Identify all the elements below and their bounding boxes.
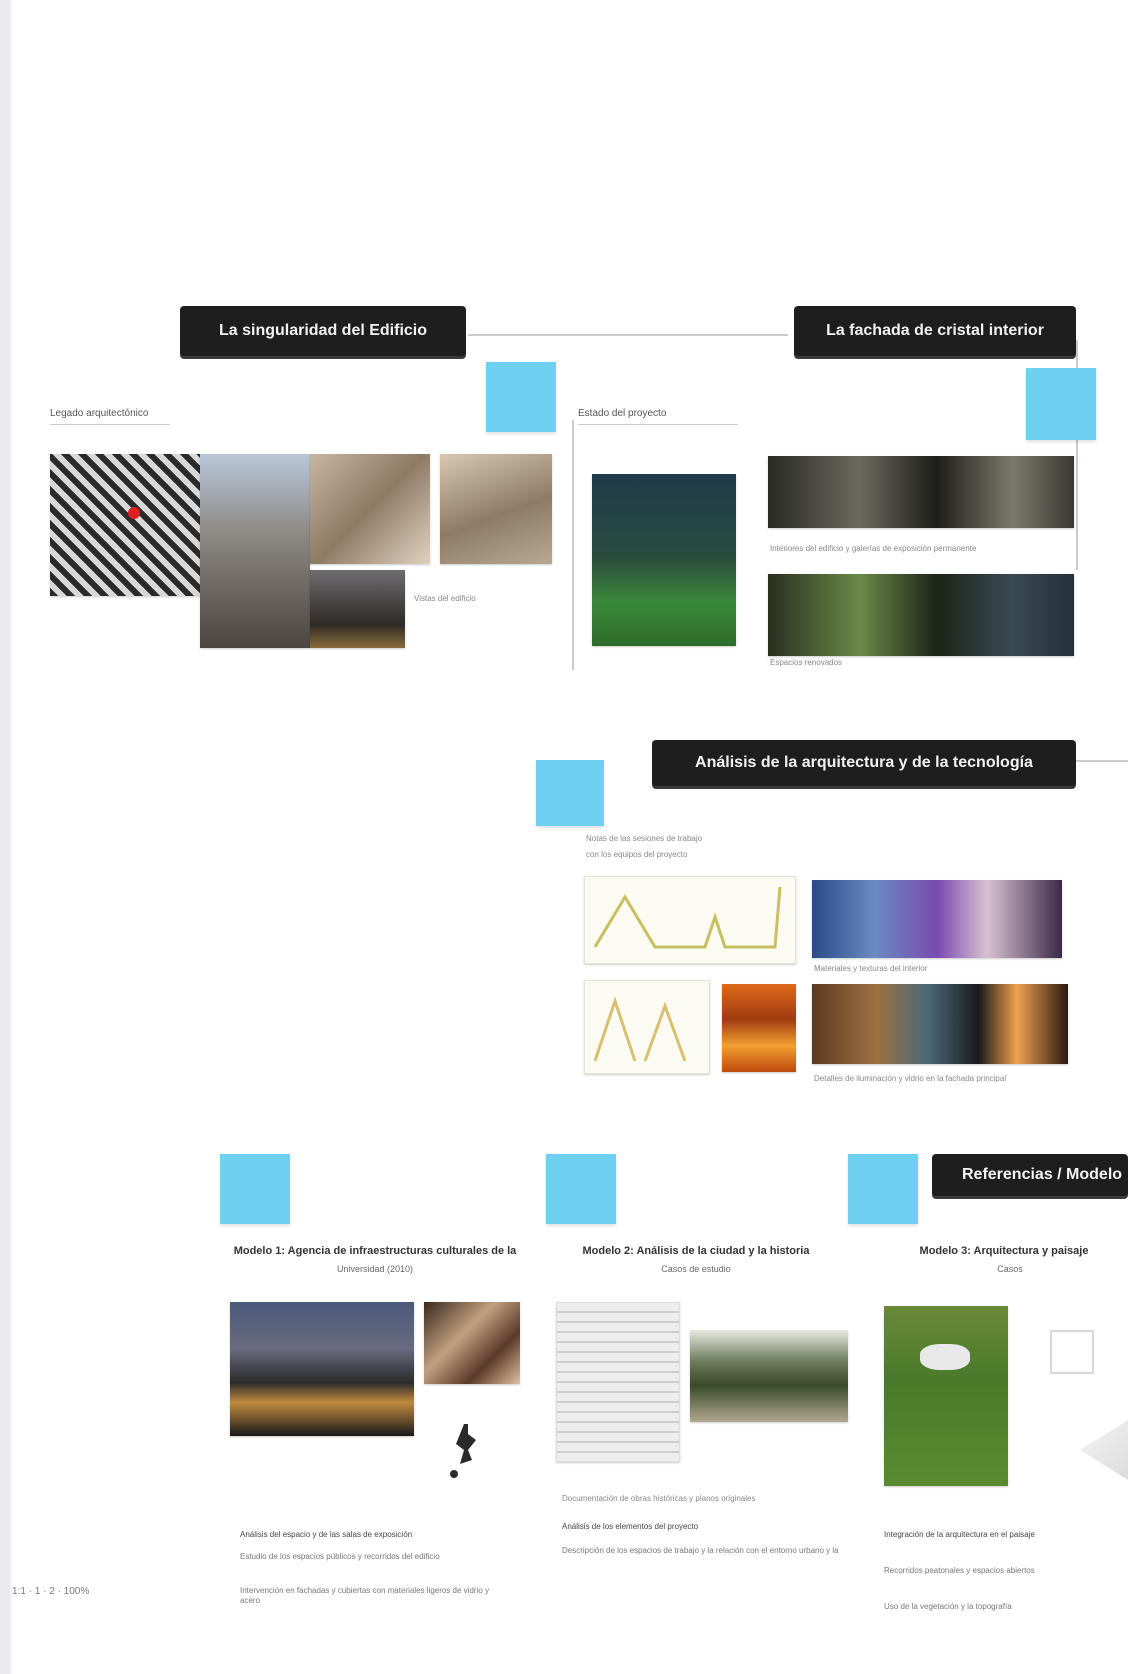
building-photo[interactable]	[690, 1330, 848, 1422]
column-heading: Modelo 2: Análisis de la ciudad y la his…	[582, 1245, 810, 1257]
interior-gallery-photo[interactable]	[768, 574, 1074, 656]
photo-note: Espacios renovados	[770, 658, 843, 667]
sticky-note[interactable]	[848, 1154, 918, 1224]
sticky-note[interactable]	[1026, 368, 1096, 440]
connector-line	[572, 420, 574, 670]
material-photo[interactable]	[812, 880, 1062, 958]
section-title[interactable]: La fachada de cristal interior	[794, 306, 1076, 356]
building-photo[interactable]	[200, 454, 310, 648]
sketch-drawing	[593, 886, 782, 949]
caption: Estado del proyecto	[578, 408, 667, 419]
caption: Notas de las sesiones de trabajo	[586, 834, 703, 843]
section-title-text: Análisis de la arquitectura y de la tecn…	[695, 754, 1033, 771]
column-subheading: Casos	[997, 1264, 1023, 1274]
column-heading: Modelo 1: Agencia de infraestructuras cu…	[233, 1245, 517, 1257]
caption: con los equipos del proyecto	[586, 850, 688, 859]
connector-line	[468, 334, 788, 336]
bullet-text: Análisis del espacio y de las salas de e…	[240, 1530, 413, 1539]
column-subheading: Universidad (2010)	[336, 1264, 414, 1274]
left-toolbar-strip	[0, 0, 10, 1674]
caption-underline	[578, 424, 738, 425]
sticky-note[interactable]	[546, 1154, 616, 1224]
paragraph: Uso de la vegetación y la topografía	[884, 1602, 1012, 1611]
facade-photo[interactable]	[310, 454, 430, 564]
paragraph: Recorridos peatonales y espacios abierto…	[884, 1566, 1035, 1575]
arrow-shape	[1080, 1420, 1128, 1480]
section-title[interactable]: La singularidad del Edificio	[180, 306, 466, 356]
lighting-photo[interactable]	[812, 984, 1068, 1064]
night-building-photo[interactable]	[230, 1302, 414, 1436]
sculpture-icon	[446, 1420, 484, 1480]
photo-note: Documentación de obras históricas y plan…	[562, 1494, 756, 1503]
sticky-note[interactable]	[486, 362, 556, 432]
interior-photo[interactable]	[440, 454, 552, 564]
paragraph: Intervención en fachadas y cubiertas con…	[240, 1586, 490, 1605]
paragraph: Descripción de los espacios de trabajo y…	[562, 1546, 839, 1555]
landscape-photo[interactable]	[884, 1306, 1008, 1486]
diagram-sketch	[1050, 1330, 1094, 1374]
section-title-text: La fachada de cristal interior	[826, 322, 1044, 339]
section-title[interactable]: Análisis de la arquitectura y de la tecn…	[652, 740, 1076, 786]
gallery-photo[interactable]	[768, 456, 1074, 528]
sketch-image[interactable]	[584, 876, 796, 964]
interior-photo[interactable]	[424, 1302, 520, 1384]
sticky-note[interactable]	[536, 760, 604, 826]
photo-note: Interiores del edificio y galerías de ex…	[770, 544, 977, 553]
left-toolbar-edge	[10, 0, 12, 1674]
texture-photo[interactable]	[722, 984, 796, 1072]
map-pin-icon	[128, 507, 140, 519]
photo-note: Materiales y texturas del interior	[814, 964, 928, 973]
caption-underline	[50, 424, 170, 425]
zoom-status[interactable]: 1:1 · 1 · 2 · 100%	[12, 1586, 152, 1597]
poster-photo[interactable]	[592, 474, 736, 646]
connector-line	[1076, 760, 1128, 762]
photo-note: Vistas del edificio	[414, 594, 476, 603]
bullet-text: Análisis de los elementos del proyecto	[562, 1522, 699, 1531]
section-title-text: La singularidad del Edificio	[218, 322, 428, 339]
sticky-note[interactable]	[220, 1154, 290, 1224]
pavilion-shape	[920, 1344, 970, 1370]
caption: Legado arquitectónico	[50, 408, 149, 419]
section-title[interactable]: Referencias / Modelo	[932, 1154, 1128, 1196]
document-image[interactable]	[556, 1302, 680, 1462]
photo-note: Detalles de iluminación y vidrio en la f…	[814, 1074, 1007, 1083]
night-photo[interactable]	[310, 570, 405, 648]
paragraph: Estudio de los espacios públicos y recor…	[240, 1552, 440, 1561]
sketch-drawing	[593, 996, 687, 1062]
bullet-text: Integración de la arquitectura en el pai…	[884, 1530, 1035, 1539]
section-title-text: Referencias / Modelo	[962, 1166, 1123, 1183]
map-image[interactable]	[50, 454, 200, 596]
column-heading: Modelo 3: Arquitectura y paisaje	[919, 1245, 1089, 1257]
column-subheading: Casos de estudio	[661, 1264, 731, 1274]
sketch-image[interactable]	[584, 980, 710, 1074]
